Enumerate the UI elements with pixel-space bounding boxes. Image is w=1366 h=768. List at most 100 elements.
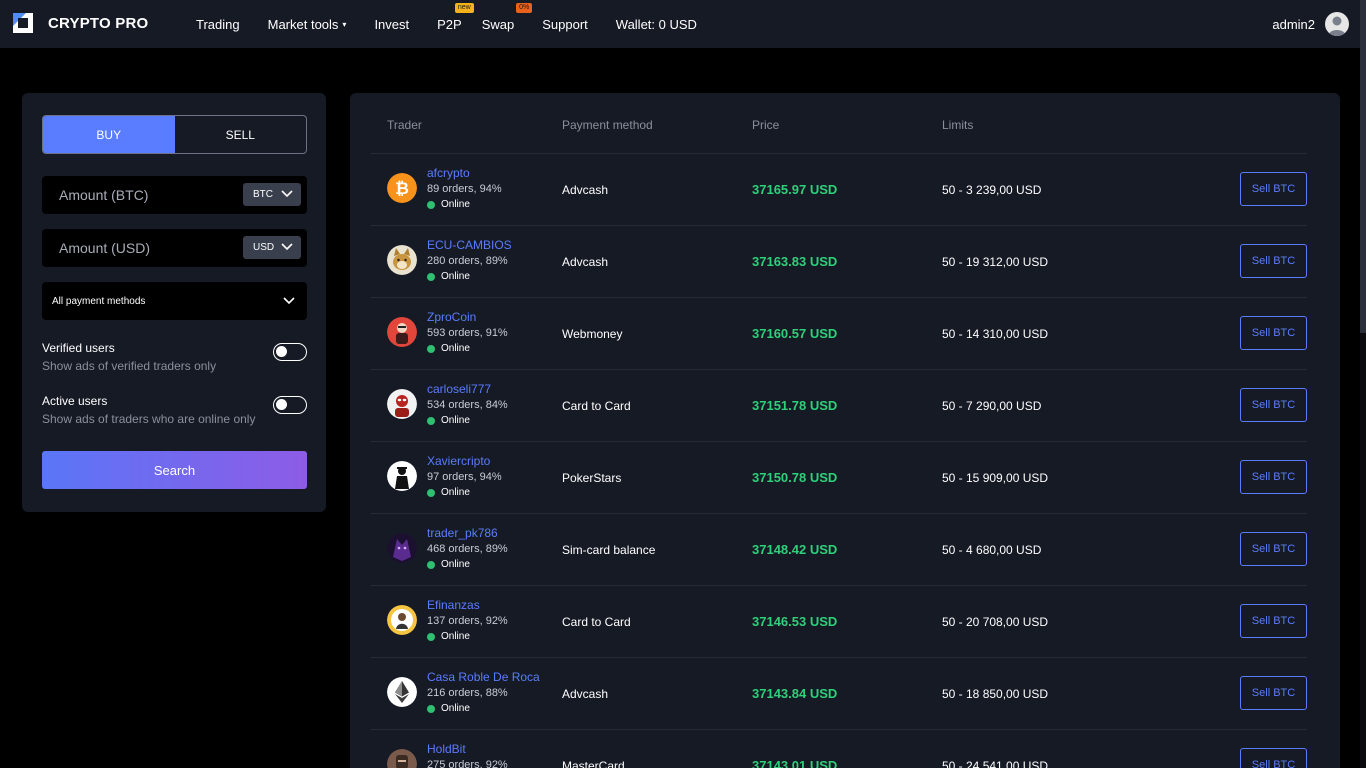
payment-method: PokerStars bbox=[562, 471, 622, 485]
nav-swap[interactable]: Swap 0% bbox=[481, 2, 533, 32]
status-label: Online bbox=[441, 271, 470, 282]
nav-market-tools[interactable]: Market tools ▾ bbox=[268, 17, 347, 32]
payment-method: Advcash bbox=[562, 183, 609, 197]
trader-name-link[interactable]: carloseli777 bbox=[427, 382, 491, 396]
trader-name-link[interactable]: HoldBit bbox=[427, 742, 466, 756]
silhouette-avatar[interactable] bbox=[387, 461, 417, 491]
limits-value: 50 - 3 239,00 USD bbox=[942, 183, 1042, 197]
nav-trading-label: Trading bbox=[196, 16, 240, 32]
logo-icon bbox=[13, 13, 33, 33]
limits-value: 50 - 24 541,00 USD bbox=[942, 759, 1049, 768]
limits-value: 50 - 20 708,00 USD bbox=[942, 615, 1049, 629]
trader-status: Online bbox=[427, 487, 470, 498]
filter-panel: BUY SELL BTC USD All payment methods Ver… bbox=[22, 93, 326, 512]
sell-btc-button[interactable]: Sell BTC bbox=[1240, 748, 1307, 768]
status-label: Online bbox=[441, 487, 470, 498]
trader-name-link[interactable]: Xaviercripto bbox=[427, 454, 490, 468]
online-dot-icon bbox=[427, 704, 435, 713]
search-button[interactable]: Search bbox=[42, 451, 307, 489]
trader-stats: 97 orders, 94% bbox=[427, 471, 502, 483]
chevron-down-icon: ▾ bbox=[342, 19, 347, 29]
tab-sell[interactable]: SELL bbox=[175, 116, 307, 153]
online-dot-icon bbox=[427, 200, 435, 209]
trader-name-link[interactable]: ECU-CAMBIOS bbox=[427, 238, 512, 252]
currency-label: USD bbox=[253, 242, 275, 253]
ethereum-icon[interactable] bbox=[387, 677, 417, 707]
coin-avatar[interactable] bbox=[387, 605, 417, 635]
chevron-down-icon bbox=[281, 190, 293, 198]
trader-status: Online bbox=[427, 415, 470, 426]
payment-method: Advcash bbox=[562, 687, 609, 701]
offers-table: Trader Payment method Price Limits ₿ afcr… bbox=[350, 93, 1340, 768]
user-menu[interactable]: admin2 bbox=[1272, 12, 1349, 36]
payment-method-select[interactable]: All payment methods bbox=[42, 282, 307, 320]
nav-support[interactable]: Support bbox=[542, 17, 588, 32]
bitcoin-icon[interactable]: ₿ bbox=[387, 173, 417, 203]
sell-btc-button[interactable]: Sell BTC bbox=[1240, 604, 1307, 638]
sell-btc-button[interactable]: Sell BTC bbox=[1240, 316, 1307, 350]
nav-invest-label: Invest bbox=[374, 16, 410, 32]
status-label: Online bbox=[441, 343, 470, 354]
trader-name-link[interactable]: Casa Roble De Roca bbox=[427, 670, 540, 684]
status-label: Online bbox=[441, 703, 470, 714]
trader-name-link[interactable]: afcrypto bbox=[427, 166, 470, 180]
trader-name-link[interactable]: Efinanzas bbox=[427, 598, 480, 612]
wolf-avatar[interactable] bbox=[387, 533, 417, 563]
sell-btc-button[interactable]: Sell BTC bbox=[1240, 244, 1307, 278]
online-dot-icon bbox=[427, 560, 435, 569]
active-users-title: Active users bbox=[42, 394, 108, 408]
trader-name-link[interactable]: trader_pk786 bbox=[427, 526, 498, 540]
verified-users-switch[interactable] bbox=[273, 343, 307, 361]
btc-currency-select[interactable]: BTC bbox=[243, 183, 301, 206]
amount-usd-input[interactable] bbox=[42, 240, 232, 256]
wallet-balance[interactable]: Wallet: 0 USD bbox=[616, 17, 697, 32]
nav-invest[interactable]: Invest bbox=[374, 17, 409, 32]
table-row: Casa Roble De Roca 216 orders, 88% Online A… bbox=[371, 658, 1307, 730]
payment-method: Advcash bbox=[562, 255, 609, 269]
trader-status: Online bbox=[427, 271, 470, 282]
usd-currency-select[interactable]: USD bbox=[243, 236, 301, 259]
active-users-switch[interactable] bbox=[273, 396, 307, 414]
online-dot-icon bbox=[427, 416, 435, 425]
character-avatar[interactable] bbox=[387, 317, 417, 347]
new-badge: new bbox=[454, 2, 474, 13]
tab-buy[interactable]: BUY bbox=[43, 116, 175, 153]
scrollbar-thumb[interactable] bbox=[1360, 0, 1366, 333]
amount-btc-input[interactable] bbox=[42, 187, 232, 203]
dog-avatar[interactable] bbox=[387, 245, 417, 275]
main-nav: Trading Market tools ▾ Invest P2P new Swap… bbox=[196, 0, 697, 48]
svg-text:₿: ₿ bbox=[395, 179, 409, 199]
nav-swap-label: Swap bbox=[481, 16, 515, 32]
trader-status: Online bbox=[427, 343, 470, 354]
limits-value: 50 - 14 310,00 USD bbox=[942, 327, 1049, 341]
sell-btc-button[interactable]: Sell BTC bbox=[1240, 676, 1307, 710]
hero-avatar[interactable] bbox=[387, 389, 417, 419]
price-value: 37163.83 USD bbox=[752, 254, 838, 269]
page-scrollbar[interactable] bbox=[1360, 0, 1366, 768]
trader-stats: 275 orders, 92% bbox=[427, 759, 508, 768]
online-dot-icon bbox=[427, 488, 435, 497]
nav-trading[interactable]: Trading bbox=[196, 17, 240, 32]
table-row: Xaviercripto 97 orders, 94% Online PokerSta… bbox=[371, 442, 1307, 514]
trader-stats: 280 orders, 89% bbox=[427, 255, 508, 267]
warrior-avatar[interactable] bbox=[387, 749, 417, 768]
status-label: Online bbox=[441, 199, 470, 210]
nav-p2p[interactable]: P2P new bbox=[437, 2, 474, 32]
price-value: 37148.42 USD bbox=[752, 542, 838, 557]
switch-knob bbox=[276, 346, 287, 357]
trader-stats: 468 orders, 89% bbox=[427, 543, 508, 555]
brand-logo[interactable]: CRYPTO PRO bbox=[13, 13, 148, 33]
active-users-row: Active users Show ads of traders who are… bbox=[42, 394, 307, 426]
chevron-down-icon bbox=[281, 243, 293, 251]
payment-method: Webmoney bbox=[562, 327, 623, 341]
trader-stats: 534 orders, 84% bbox=[427, 399, 508, 411]
trader-status: Online bbox=[427, 199, 470, 210]
limits-value: 50 - 7 290,00 USD bbox=[942, 399, 1042, 413]
nav-support-label: Support bbox=[542, 16, 588, 32]
table-row: HoldBit275 orders, 92%OnlineMasterCard37… bbox=[371, 730, 1307, 768]
sell-btc-button[interactable]: Sell BTC bbox=[1240, 460, 1307, 494]
sell-btc-button[interactable]: Sell BTC bbox=[1240, 532, 1307, 566]
trader-name-link[interactable]: ZproCoin bbox=[427, 310, 476, 324]
sell-btc-button[interactable]: Sell BTC bbox=[1240, 388, 1307, 422]
sell-btc-button[interactable]: Sell BTC bbox=[1240, 172, 1307, 206]
